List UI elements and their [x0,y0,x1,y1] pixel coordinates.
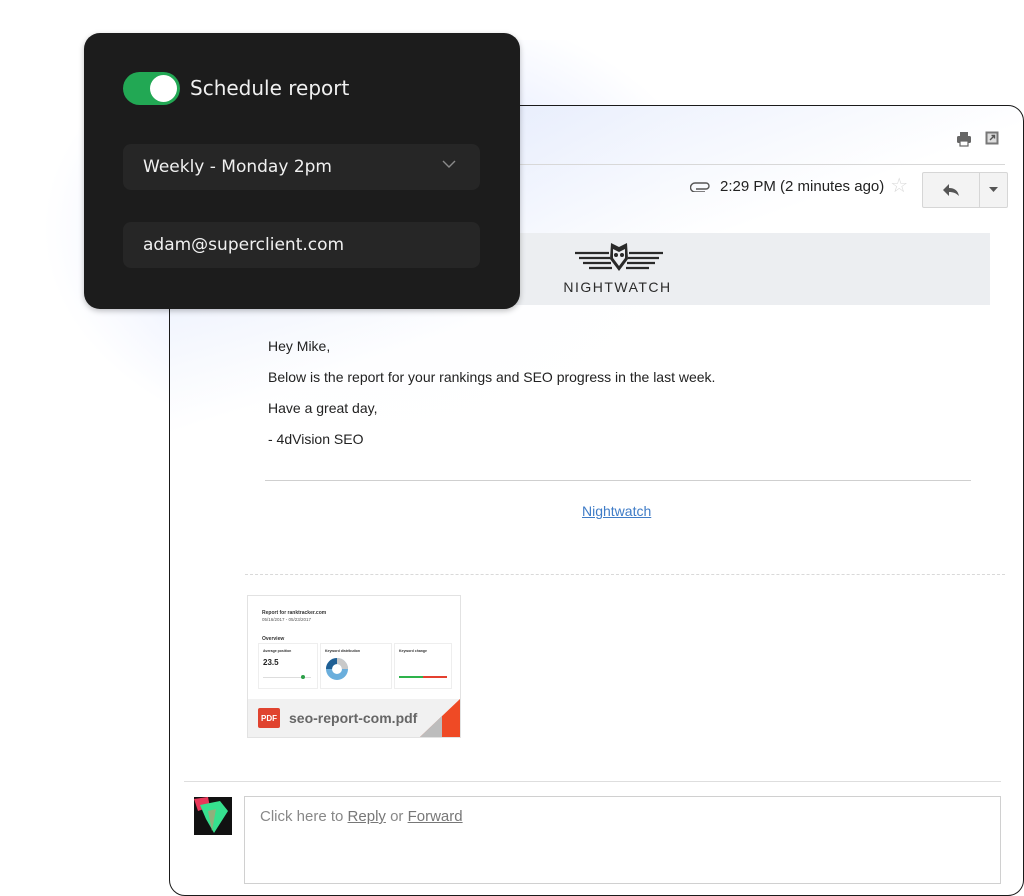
schedule-toggle-label: Schedule report [190,76,350,100]
preview-title: Report for ranktracker.com [262,610,327,616]
message-meta: 2:29 PM (2 minutes ago) ☆ [690,176,908,196]
more-actions-button[interactable] [980,173,1007,207]
owl-logo-icon [575,243,663,271]
preview-card-change: Keyword change [394,643,452,689]
timestamp: 2:29 PM (2 minutes ago) [720,177,885,195]
frequency-value: Weekly - Monday 2pm [143,157,332,177]
attachment-footer: PDF seo-report-com.pdf [248,699,460,737]
avatar [194,797,232,835]
attachment-divider [245,574,1005,575]
body-divider [265,480,971,481]
forward-link[interactable]: Forward [408,808,463,825]
reply-link[interactable]: Reply [348,808,386,825]
sign-off: Have a great day, [268,400,378,416]
reply-box[interactable]: Click here to Reply or Forward [244,796,1001,884]
print-icon[interactable] [956,131,972,147]
attachment-card[interactable]: Report for ranktracker.com 05/16/2017 - … [247,595,461,738]
recipient-email-input[interactable] [123,222,480,268]
header-divider [510,164,1005,165]
reply-placeholder: Click here to Reply or Forward [260,808,463,825]
toggle-knob [150,75,177,102]
schedule-toggle[interactable] [123,72,180,105]
schedule-report-panel: Schedule report Weekly - Monday 2pm [84,33,520,309]
page-fold-icon [420,699,460,737]
chevron-down-icon [442,160,456,168]
reply-icon [943,184,959,196]
pdf-icon: PDF [258,708,280,728]
attachment-filename: seo-report-com.pdf [289,710,418,726]
star-icon[interactable]: ☆ [890,176,908,196]
preview-card-average: Average position 23.5 [258,643,318,689]
preview-card-distribution: Keyword distribution [320,643,392,689]
preview-section: Overview [262,636,285,642]
email-body: Hey Mike, Below is the report for your r… [268,338,715,462]
popout-icon[interactable] [985,131,999,145]
donut-chart-icon [326,658,348,680]
reply-button-group [922,172,1008,208]
nightwatch-link[interactable]: Nightwatch [582,503,651,519]
reply-button[interactable] [923,173,980,207]
reply-divider [184,781,1001,782]
frequency-select[interactable]: Weekly - Monday 2pm [123,144,480,190]
body-line: Below is the report for your rankings an… [268,369,716,385]
signature: - 4dVision SEO [268,431,364,447]
greeting: Hey Mike, [268,338,331,354]
chevron-down-icon [989,187,998,192]
paperclip-icon [690,182,710,192]
preview-dates: 05/16/2017 - 05/23/2017 [262,617,312,622]
